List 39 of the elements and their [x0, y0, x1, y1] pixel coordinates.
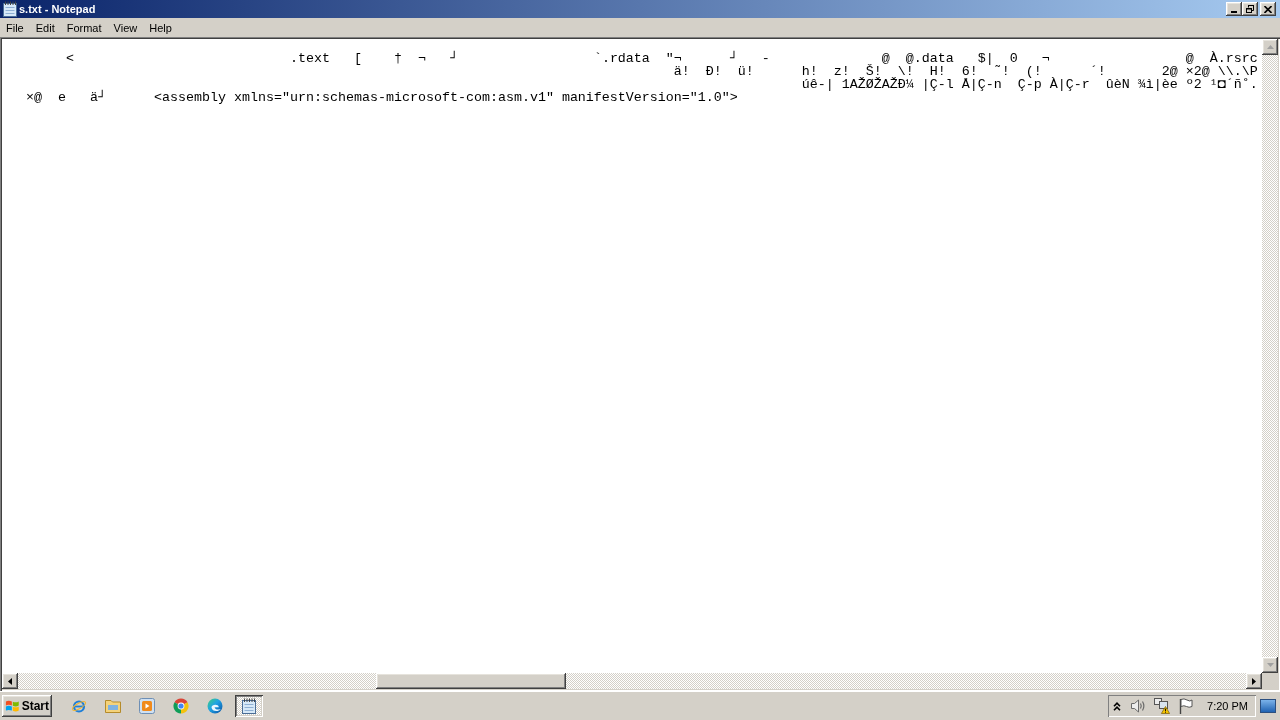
taskbar-button[interactable]: [235, 695, 263, 717]
scroll-down-button[interactable]: [1262, 657, 1278, 673]
scroll-left-button[interactable]: [2, 673, 18, 689]
menu-item[interactable]: File: [0, 19, 30, 36]
notepad-icon: [242, 698, 256, 714]
globe-ring-icon: [71, 698, 87, 714]
network-warning-icon[interactable]: [1154, 698, 1171, 714]
swirl-icon: [207, 698, 223, 714]
close-icon: [1264, 5, 1272, 13]
minimize-button[interactable]: [1226, 2, 1242, 16]
window-title: s.txt - Notepad: [19, 3, 97, 15]
restore-icon: [1246, 5, 1254, 13]
restore-button[interactable]: [1242, 2, 1258, 16]
up-arrow-icon: [1266, 45, 1274, 49]
desktop-icon: [1260, 699, 1276, 713]
menu-item[interactable]: Edit: [29, 19, 61, 36]
text-line: úê-| 1AŽØŽAŽÐ¼ |Ç-l Å|Ç-n Ç-p À|Ç-r ûèN ¾ì|èe º2 ¹◘´ñ˚.: [801, 77, 1258, 92]
right-arrow-icon: [1252, 677, 1256, 685]
close-button[interactable]: [1260, 2, 1276, 16]
menu-item[interactable]: Help: [143, 19, 178, 36]
scrollbar-thumb[interactable]: [376, 673, 566, 689]
clock-text[interactable]: 7:20 PM: [1207, 700, 1248, 712]
start-button[interactable]: Start: [2, 695, 52, 717]
flag-logo-icon: [5, 699, 20, 713]
speaker-icon[interactable]: [1130, 698, 1147, 714]
notepad-icon: [3, 1, 17, 17]
tricolor-circle-icon: [173, 698, 189, 714]
text-line: ×@ e ä┘ <assembly xmlns="urn:schemas-microsoft-com:asm.v1" manifestVersion="1.0">: [26, 90, 738, 105]
play-icon: [139, 698, 155, 714]
menu-item[interactable]: View: [107, 19, 144, 36]
minimize-icon: [1231, 11, 1237, 13]
scroll-up-button[interactable]: [1262, 39, 1278, 55]
menu-item[interactable]: Format: [60, 19, 108, 36]
left-arrow-icon: [8, 677, 12, 685]
down-arrow-icon: [1266, 663, 1274, 667]
scroll-right-button[interactable]: [1246, 673, 1262, 689]
folder-icon: [105, 699, 121, 713]
chevron-up-icon[interactable]: [1113, 701, 1122, 711]
flag-icon[interactable]: [1179, 698, 1194, 714]
